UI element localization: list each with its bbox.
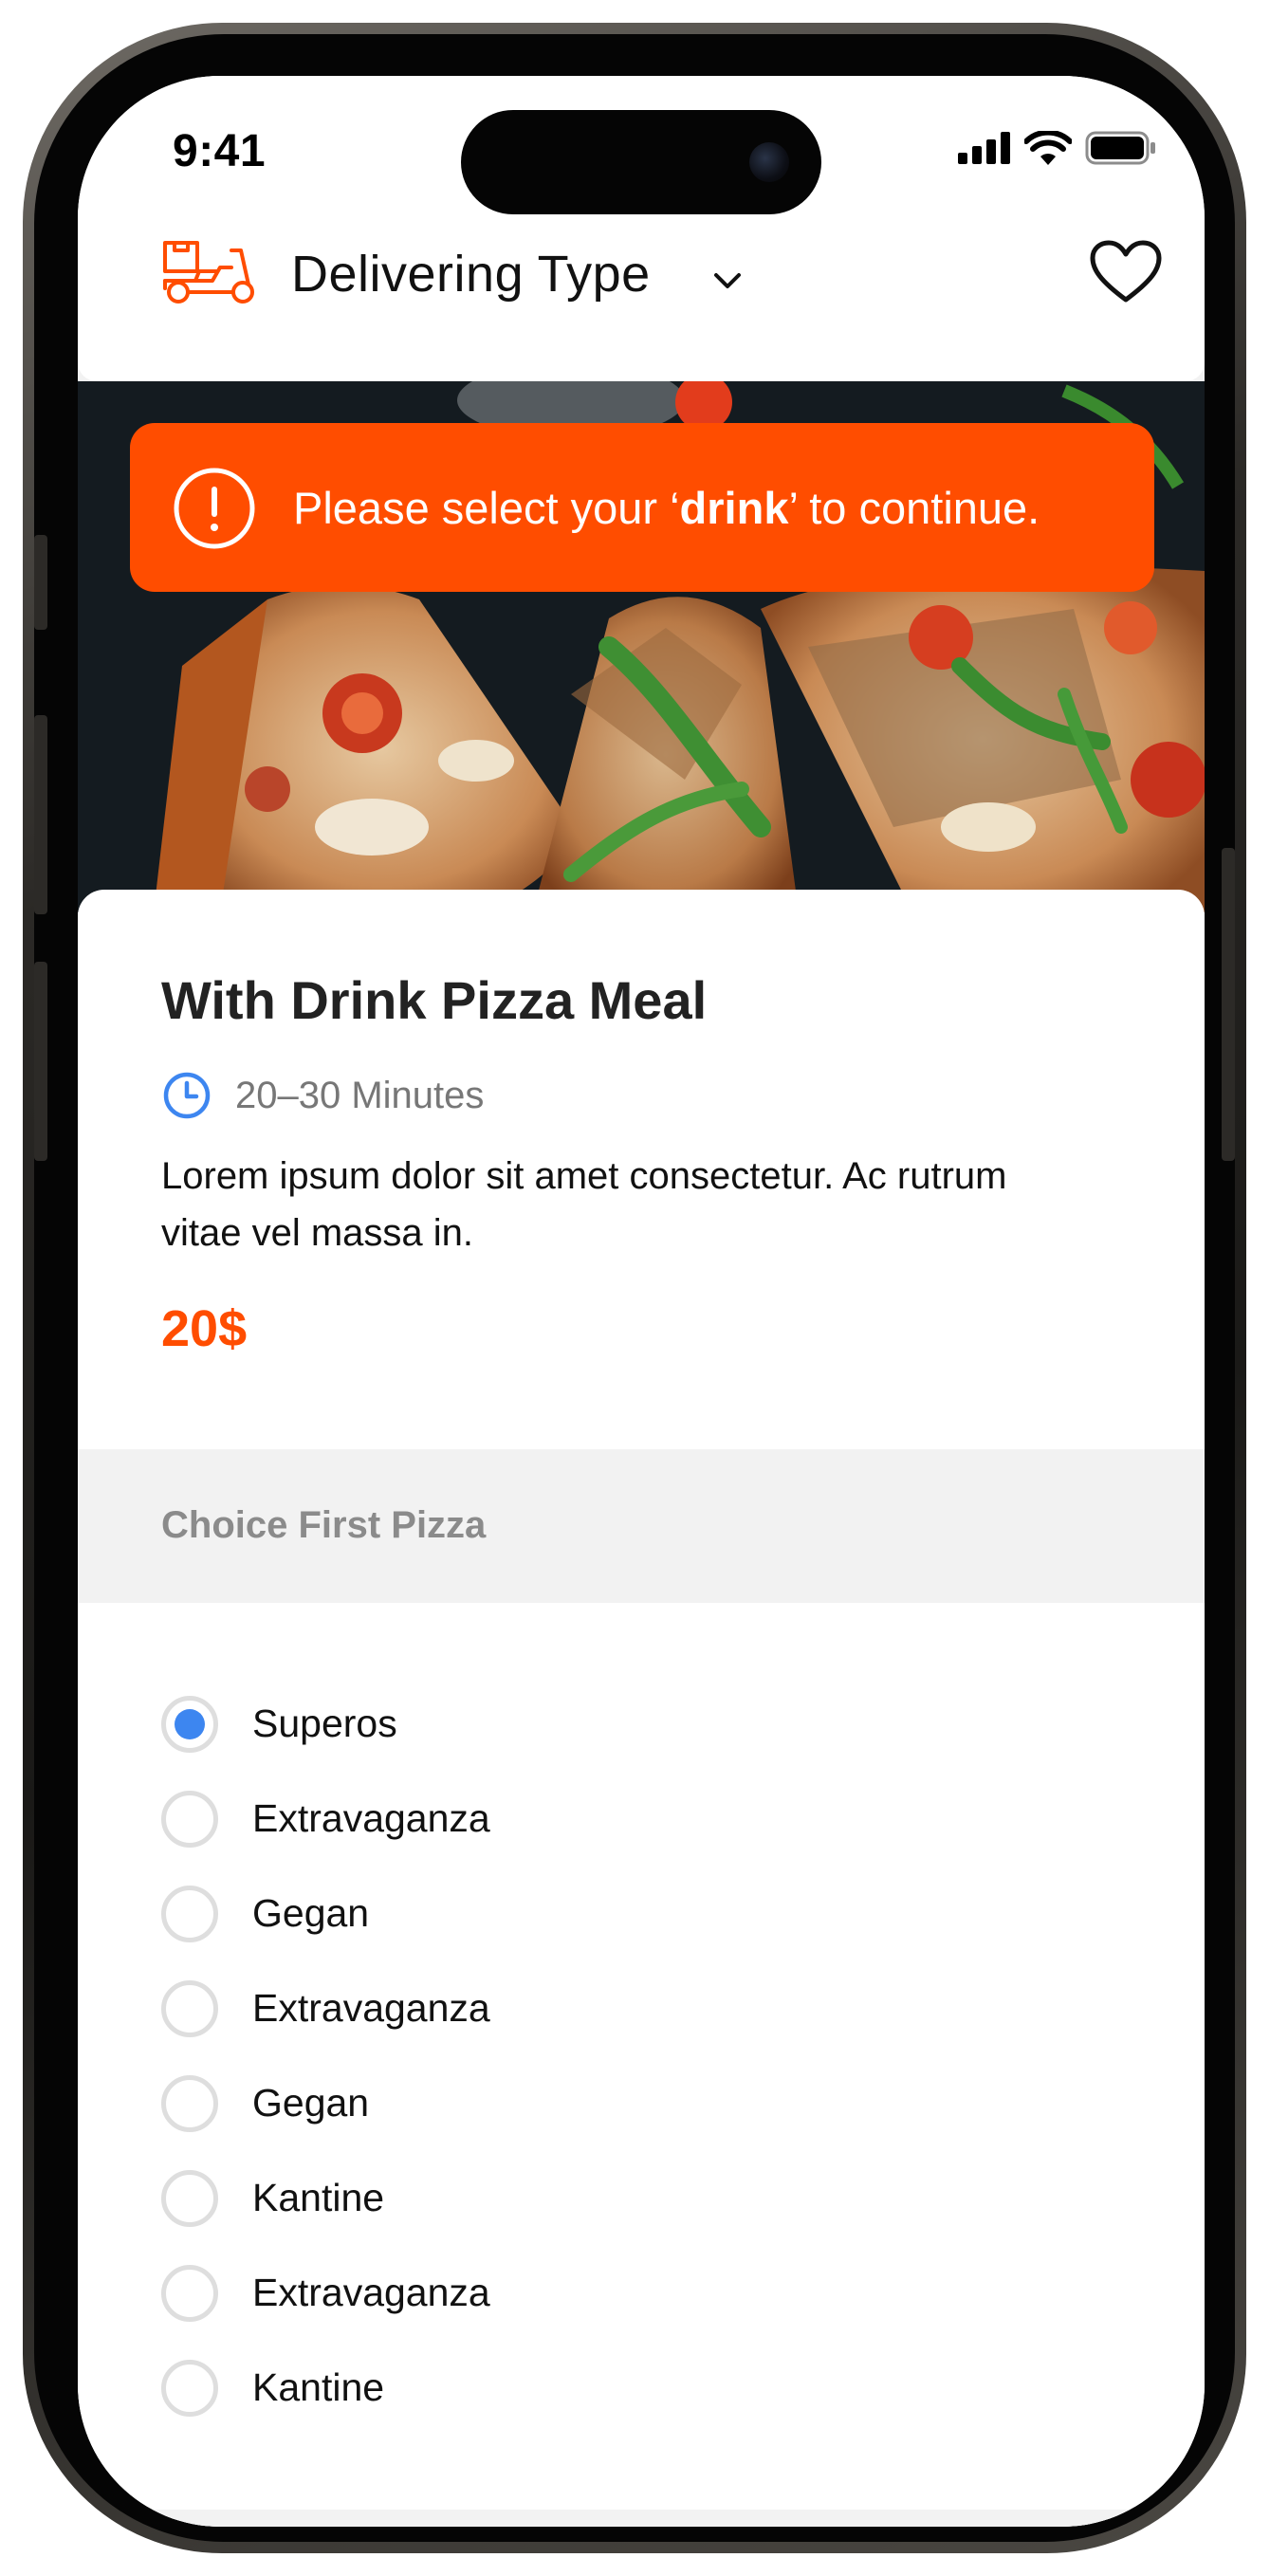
- radio-button[interactable]: [161, 1980, 218, 2037]
- clock-icon: [163, 1072, 211, 1119]
- next-section-header: [78, 2510, 1205, 2527]
- radio-button-selected[interactable]: [161, 1696, 218, 1753]
- battery-icon: [1085, 131, 1155, 165]
- option-label: Gegan: [252, 1891, 370, 1935]
- option-superos[interactable]: Superos: [78, 1686, 1205, 1762]
- alert-toast[interactable]: Please select your ‘drink’ to continue.: [130, 423, 1154, 592]
- option-label: Kantine: [252, 2365, 385, 2409]
- status-icons: [958, 131, 1157, 165]
- section-header: Choice First Pizza: [78, 1449, 1205, 1603]
- option-label: Extravaganza: [252, 1796, 490, 1840]
- power-button: [1222, 848, 1235, 1161]
- option-extravaganza[interactable]: Extravaganza: [78, 1781, 1205, 1857]
- option-label: Extravaganza: [252, 1986, 490, 2030]
- option-label: Extravaganza: [252, 2271, 490, 2314]
- signal-icon: [958, 132, 1010, 164]
- heart-icon[interactable]: [1089, 239, 1163, 305]
- header-title[interactable]: Delivering Type: [291, 245, 651, 304]
- option-kantine[interactable]: Kantine: [78, 2350, 1205, 2426]
- option-extravaganza[interactable]: Extravaganza: [78, 1971, 1205, 2047]
- product-card: With Drink Pizza Meal 20–30 Minutes Lore…: [78, 890, 1205, 2527]
- screen: 9:41 Delivering Type Please select your …: [78, 76, 1205, 2527]
- radio-button[interactable]: [161, 2170, 218, 2227]
- option-gegan[interactable]: Gegan: [78, 1876, 1205, 1952]
- alert-text-highlight: drink: [679, 483, 789, 533]
- app-header: 9:41 Delivering Type: [78, 76, 1205, 381]
- product-title: With Drink Pizza Meal: [161, 970, 708, 1030]
- delivery-scooter-icon: [163, 241, 254, 304]
- volume-up-button: [34, 715, 47, 914]
- option-kantine[interactable]: Kantine: [78, 2161, 1205, 2236]
- front-camera: [749, 142, 789, 182]
- wifi-icon: [1024, 131, 1072, 165]
- alert-text-prefix: Please select your ‘: [293, 483, 680, 533]
- delivery-time-text: 20–30 Minutes: [235, 1074, 485, 1116]
- product-price: 20$: [161, 1300, 248, 1357]
- status-time: 9:41: [173, 126, 267, 176]
- section-title: Choice First Pizza: [161, 1504, 487, 1546]
- radio-button[interactable]: [161, 2360, 218, 2417]
- option-label: Kantine: [252, 2176, 385, 2219]
- alert-message: Please select your ‘drink’ to continue.: [293, 482, 1040, 534]
- option-label: Gegan: [252, 2081, 370, 2125]
- option-label: Superos: [252, 1702, 397, 1745]
- action-button: [34, 535, 47, 630]
- radio-button[interactable]: [161, 1791, 218, 1848]
- radio-button[interactable]: [161, 2075, 218, 2132]
- alert-text-suffix: ’ to continue.: [788, 483, 1040, 533]
- exclamation-icon: [174, 468, 255, 549]
- product-description: Lorem ipsum dolor sit amet consectetur. …: [161, 1155, 1007, 1254]
- dynamic-island: [461, 110, 821, 214]
- chevron-down-icon[interactable]: [709, 262, 746, 300]
- option-gegan[interactable]: Gegan: [78, 2066, 1205, 2142]
- radio-button[interactable]: [161, 2265, 218, 2322]
- option-extravaganza[interactable]: Extravaganza: [78, 2255, 1205, 2331]
- delivery-time: 20–30 Minutes: [161, 1070, 484, 1121]
- volume-down-button: [34, 962, 47, 1161]
- radio-button[interactable]: [161, 1886, 218, 1942]
